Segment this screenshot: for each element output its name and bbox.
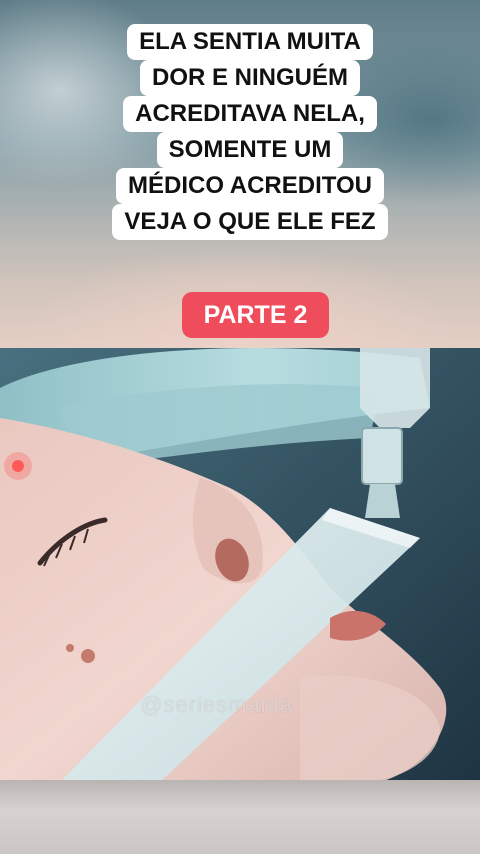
blurred-background-bottom — [0, 780, 480, 854]
watermark-text: @seriesmania — [140, 692, 293, 717]
headline-line: VEJA O QUE ELE FEZ — [112, 204, 388, 240]
headline-line: SOMENTE UM — [156, 132, 344, 168]
headline-line: ACREDITAVA NELA, — [123, 96, 377, 132]
headline-line: DOR E NINGUÉM — [139, 60, 360, 96]
headline-line: ELA SENTIA MUITA — [127, 24, 373, 60]
headline-line: MÉDICO ACREDITOU — [115, 168, 384, 204]
part-badge: PARTE 2 — [182, 292, 329, 338]
headline-caption: ELA SENTIA MUITA DOR E NINGUÉM ACREDITAV… — [92, 24, 408, 240]
reel-screen: ELA SENTIA MUITA DOR E NINGUÉM ACREDITAV… — [0, 0, 480, 854]
